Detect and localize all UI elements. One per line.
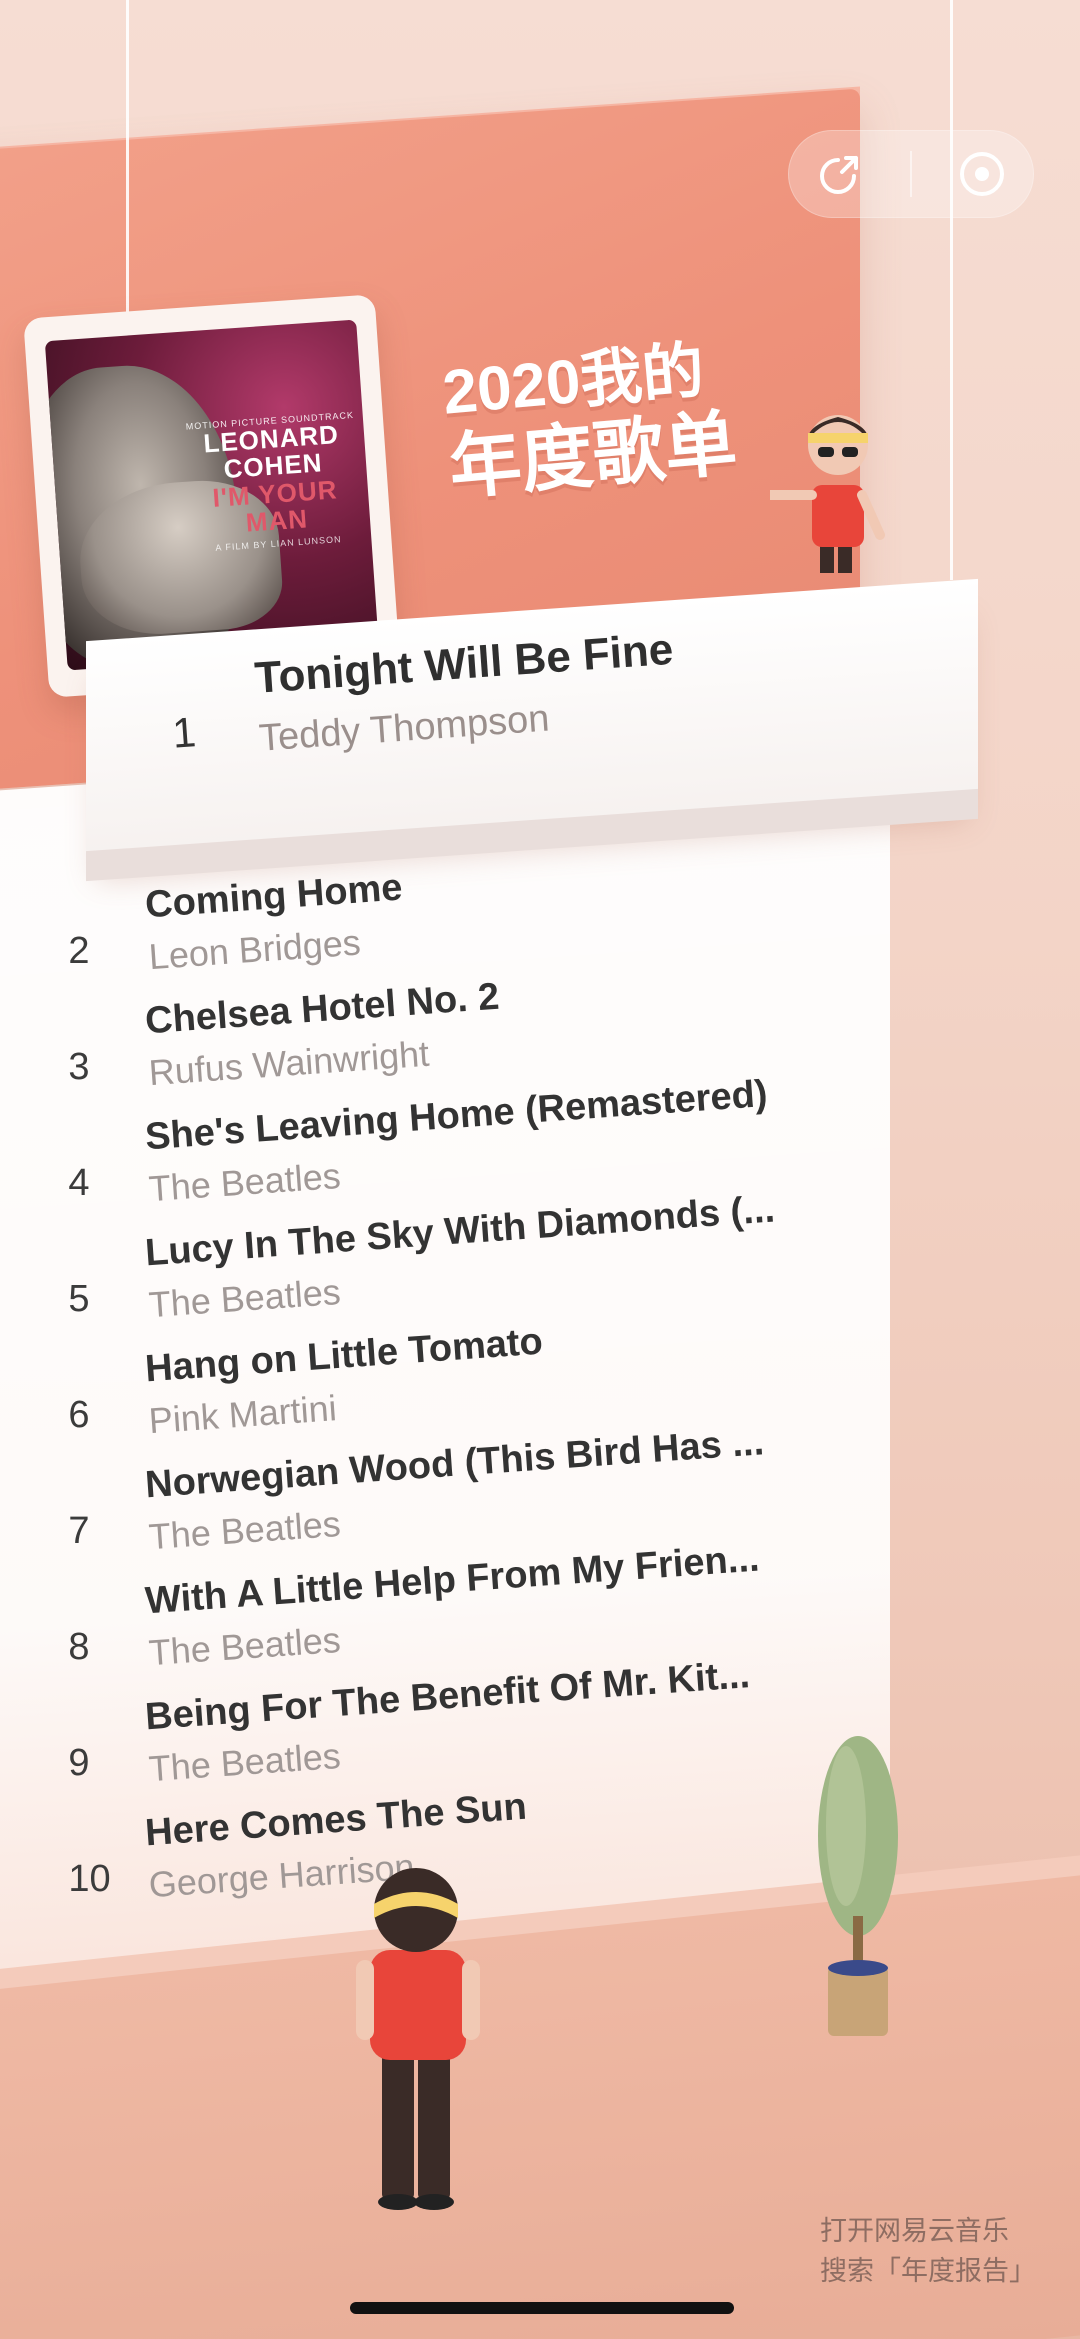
song-artist: Rufus Wainwright: [147, 1032, 431, 1094]
song-rank: 7: [68, 1509, 90, 1552]
record-icon: [959, 152, 1004, 196]
top-song-rank: 1: [170, 708, 198, 757]
song-artist: The Beatles: [147, 1154, 342, 1210]
character-standing-illustration: [356, 1868, 480, 2210]
album-cover: MOTION PICTURE SOUNDTRACK LEONARD COHEN …: [44, 319, 380, 671]
share-button[interactable]: [805, 139, 875, 209]
pill-divider: [909, 151, 912, 197]
song-rank: 4: [68, 1161, 90, 1204]
song-artist: The Beatles: [147, 1734, 342, 1790]
hint-line-2: 搜索「年度报告」: [820, 2256, 1036, 2287]
song-rank: 9: [68, 1741, 90, 1784]
song-rank: 8: [68, 1625, 90, 1668]
song-artist: Leon Bridges: [147, 921, 362, 978]
share-icon: [820, 156, 859, 194]
hanging-string-right: [950, 0, 953, 580]
song-rank: 10: [68, 1857, 111, 1900]
hint-line-1: 打开网易云音乐: [820, 2216, 1009, 2247]
plant-illustration: [818, 1736, 898, 2036]
home-indicator[interactable]: [350, 2302, 734, 2314]
song-artist: Pink Martini: [147, 1387, 338, 1442]
song-rank: 3: [68, 1045, 90, 1088]
report-scene: MOTION PICTURE SOUNDTRACK LEONARD COHEN …: [0, 0, 1080, 2339]
song-artist: The Beatles: [147, 1618, 342, 1674]
page-title: 2020我的 年度歌单: [440, 335, 740, 511]
record-button[interactable]: [947, 139, 1017, 209]
song-rank: 5: [68, 1277, 90, 1320]
search-hint: 打开网易云音乐 搜索「年度报告」: [820, 2212, 1036, 2292]
album-title: I'M YOUR MAN: [211, 473, 339, 538]
song-rank: 6: [68, 1393, 90, 1436]
album-text: MOTION PICTURE SOUNDTRACK LEONARD COHEN …: [177, 409, 372, 555]
song-artist: The Beatles: [147, 1270, 342, 1326]
song-artist: The Beatles: [147, 1502, 342, 1558]
character-pointing-illustration: [770, 415, 885, 573]
song-rank: 2: [68, 929, 90, 972]
top-controls: [788, 130, 1034, 218]
